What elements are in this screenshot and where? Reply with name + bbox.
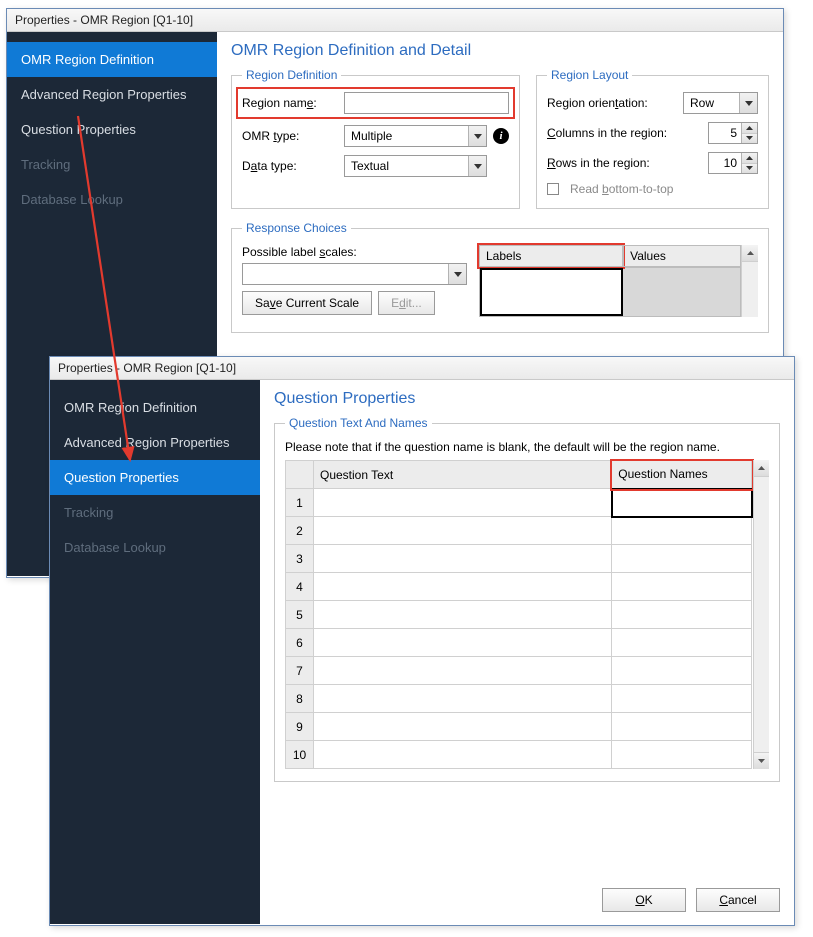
omr-type-value: Multiple xyxy=(351,129,392,143)
legend-question-text-and-names: Question Text And Names xyxy=(285,416,432,430)
group-region-definition: Region Definition Region name: OMR type:… xyxy=(231,68,520,209)
table-row[interactable]: 1 xyxy=(286,489,752,517)
properties-window-2: Properties - OMR Region [Q1-10] OMR Regi… xyxy=(49,356,795,926)
note-text: Please note that if the question name is… xyxy=(285,440,769,454)
ok-button[interactable]: OK xyxy=(602,888,686,912)
group-question-text-and-names: Question Text And Names Please note that… xyxy=(274,416,780,782)
chevron-down-icon xyxy=(468,156,486,176)
sidebar-item-database-lookup[interactable]: Database Lookup xyxy=(7,182,217,217)
sidebar-item-question-properties[interactable]: Question Properties xyxy=(7,112,217,147)
read-bottom-to-top-label: Read bottom-to-top xyxy=(570,182,673,196)
rows-spinner[interactable] xyxy=(708,152,758,174)
edit-button[interactable]: Edit... xyxy=(378,291,435,315)
sidebar-item-tracking[interactable]: Tracking xyxy=(7,147,217,182)
scrollbar[interactable] xyxy=(753,460,769,769)
sidebar-item-omr-region-definition[interactable]: OMR Region Definition xyxy=(7,42,217,77)
chevron-down-icon xyxy=(468,126,486,146)
columns-spinner[interactable] xyxy=(708,122,758,144)
scroll-down-icon[interactable] xyxy=(754,752,769,769)
omr-type-combo[interactable]: Multiple xyxy=(344,125,487,147)
columns-label: Columns in the region: xyxy=(547,126,677,140)
values-cell[interactable] xyxy=(623,268,740,316)
window-title: Properties - OMR Region [Q1-10] xyxy=(50,357,794,380)
data-type-value: Textual xyxy=(351,159,389,173)
sidebar-item-omr-region-definition[interactable]: OMR Region Definition xyxy=(50,390,260,425)
table-row[interactable]: 10 xyxy=(286,741,752,769)
scroll-up-icon[interactable] xyxy=(754,460,769,477)
possible-scales-label: Possible label scales: xyxy=(242,245,467,259)
sidebar: OMR Region Definition Advanced Region Pr… xyxy=(50,380,260,924)
legend-region-layout: Region Layout xyxy=(547,68,632,82)
sidebar-item-advanced-region-properties[interactable]: Advanced Region Properties xyxy=(50,425,260,460)
info-icon[interactable]: i xyxy=(493,128,509,144)
group-response-choices: Response Choices Possible label scales: … xyxy=(231,221,769,333)
orientation-label: Region orientation: xyxy=(547,96,677,110)
legend-region-definition: Region Definition xyxy=(242,68,341,82)
table-row[interactable]: 3 xyxy=(286,545,752,573)
save-current-scale-button[interactable]: Save Current Scale xyxy=(242,291,372,315)
window-title: Properties - OMR Region [Q1-10] xyxy=(7,9,783,32)
labels-cell[interactable] xyxy=(480,268,623,316)
rows-value[interactable] xyxy=(709,153,741,173)
question-names-header[interactable]: Question Names xyxy=(612,461,752,489)
table-row[interactable]: 4 xyxy=(286,573,752,601)
table-row[interactable]: 8 xyxy=(286,685,752,713)
possible-scales-combo[interactable] xyxy=(242,263,467,285)
sidebar-item-tracking[interactable]: Tracking xyxy=(50,495,260,530)
spin-up-icon[interactable] xyxy=(742,123,757,134)
table-row[interactable]: 5 xyxy=(286,601,752,629)
spin-up-icon[interactable] xyxy=(742,153,757,164)
chevron-down-icon xyxy=(448,264,466,284)
table-row[interactable]: 7 xyxy=(286,657,752,685)
data-type-label: Data type: xyxy=(242,159,338,173)
sidebar-item-database-lookup[interactable]: Database Lookup xyxy=(50,530,260,565)
omr-type-label: OMR type: xyxy=(242,129,338,143)
values-column-header[interactable]: Values xyxy=(623,245,741,267)
orientation-combo[interactable]: Row xyxy=(683,92,758,114)
legend-response-choices: Response Choices xyxy=(242,221,351,235)
data-type-combo[interactable]: Textual xyxy=(344,155,487,177)
table-row[interactable]: 6 xyxy=(286,629,752,657)
cancel-button[interactable]: Cancel xyxy=(696,888,780,912)
read-bottom-to-top-checkbox[interactable] xyxy=(547,183,559,195)
orientation-value: Row xyxy=(690,96,714,110)
region-name-label: Region name: xyxy=(242,96,338,110)
question-table: Question Text Question Names 1 2 3 4 5 6… xyxy=(285,460,753,769)
scrollbar[interactable] xyxy=(741,245,758,317)
table-row[interactable]: 2 xyxy=(286,517,752,545)
question-text-header[interactable]: Question Text xyxy=(314,461,612,489)
region-name-input[interactable] xyxy=(344,92,509,114)
chevron-down-icon xyxy=(739,93,757,113)
page-title: OMR Region Definition and Detail xyxy=(231,42,769,60)
spin-down-icon[interactable] xyxy=(742,134,757,144)
sidebar-item-question-properties[interactable]: Question Properties xyxy=(50,460,260,495)
sidebar-item-advanced-region-properties[interactable]: Advanced Region Properties xyxy=(7,77,217,112)
group-region-layout: Region Layout Region orientation: Row Co… xyxy=(536,68,769,209)
rownum-header xyxy=(286,461,314,489)
table-row[interactable]: 9 xyxy=(286,713,752,741)
scroll-up-icon[interactable] xyxy=(742,245,758,262)
rows-label: Rows in the region: xyxy=(547,156,677,170)
columns-value[interactable] xyxy=(709,123,741,143)
page-title: Question Properties xyxy=(274,390,780,408)
spin-down-icon[interactable] xyxy=(742,164,757,174)
labels-column-header[interactable]: Labels xyxy=(479,245,623,267)
